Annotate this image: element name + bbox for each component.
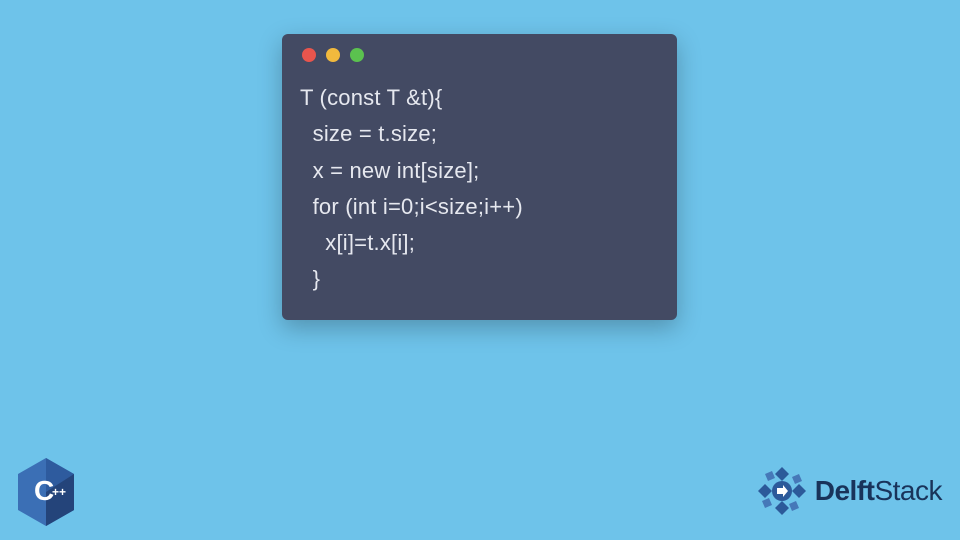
code-line: } — [300, 266, 320, 291]
code-line: for (int i=0;i<size;i++) — [300, 194, 523, 219]
brand-name-part2: Stack — [874, 475, 942, 506]
code-line: x = new int[size]; — [300, 158, 479, 183]
window-traffic-lights — [302, 48, 659, 62]
brand-logo: DelftStack — [755, 464, 942, 518]
cpp-logo-icon: C ++ — [14, 456, 78, 528]
code-block: T (const T &t){ size = t.size; x = new i… — [300, 80, 659, 298]
delftstack-icon — [755, 464, 809, 518]
minimize-icon — [326, 48, 340, 62]
brand-name-part1: Delft — [815, 475, 875, 506]
code-line: x[i]=t.x[i]; — [300, 230, 415, 255]
cpp-plus: ++ — [52, 485, 66, 499]
code-line: size = t.size; — [300, 121, 437, 146]
close-icon — [302, 48, 316, 62]
brand-name: DelftStack — [815, 475, 942, 507]
code-line: T (const T &t){ — [300, 85, 442, 110]
code-window: T (const T &t){ size = t.size; x = new i… — [282, 34, 677, 320]
maximize-icon — [350, 48, 364, 62]
